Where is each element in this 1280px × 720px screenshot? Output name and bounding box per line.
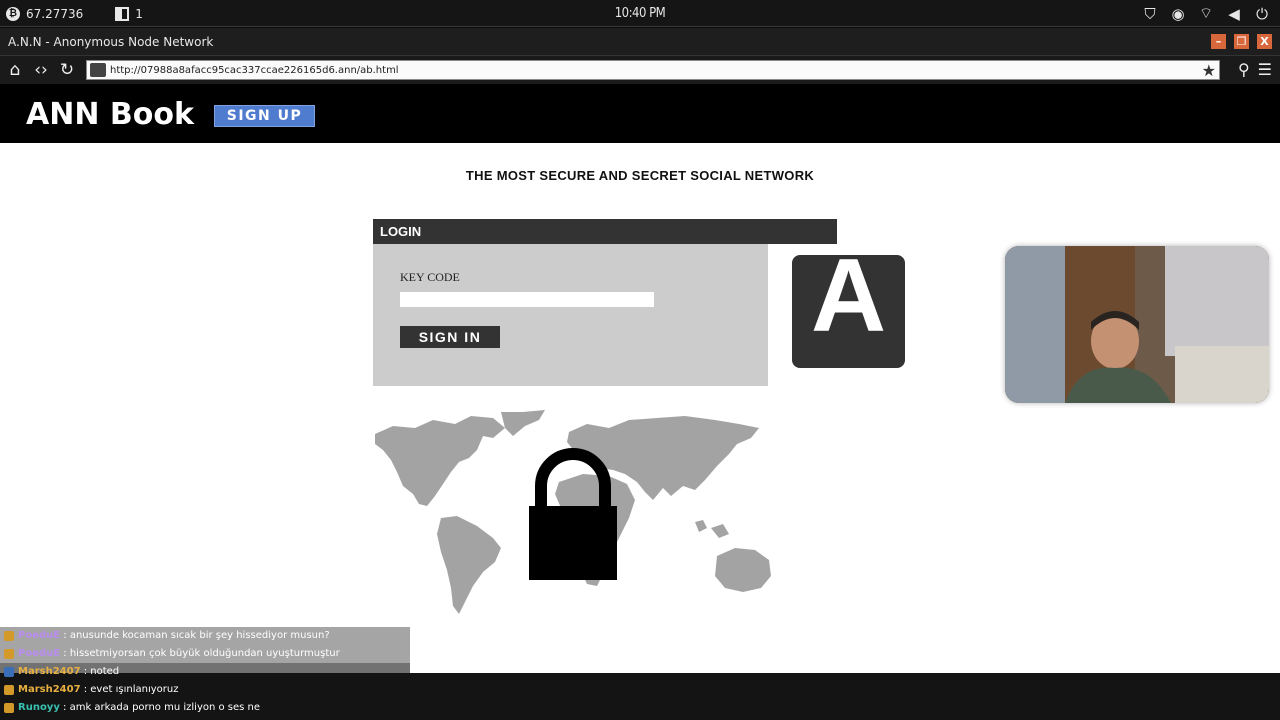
search-zoom-icon[interactable]: ⚲	[1238, 59, 1250, 81]
ann-logo-letter: A	[810, 255, 887, 354]
volume-icon[interactable]: ◀	[1226, 5, 1242, 23]
webcam-overlay	[1005, 246, 1269, 403]
padlock-icon	[529, 448, 617, 580]
system-clock: 10:40 PM	[614, 6, 666, 21]
ann-logo: A	[792, 255, 905, 368]
chat-username: Runoyy	[18, 702, 60, 713]
minimize-button[interactable]: –	[1211, 34, 1226, 49]
chat-badge-icon	[4, 667, 14, 677]
shield-icon[interactable]: ⛉	[1142, 5, 1158, 23]
close-button[interactable]: X	[1257, 34, 1272, 49]
chat-text: : amk arkada porno mu izliyon o ses ne	[63, 702, 261, 713]
chat-text: : anusunde kocaman sıcak bir şey hissedi…	[63, 630, 330, 641]
menu-icon[interactable]: ☰	[1258, 59, 1272, 81]
back-forward-icon[interactable]: ‹›	[32, 59, 50, 81]
window-title: A.N.N - Anonymous Node Network	[8, 35, 214, 49]
chat-username: PoeduE	[18, 648, 61, 659]
login-panel: KEY CODE SIGN IN	[373, 244, 768, 386]
reload-icon[interactable]: ↻	[58, 59, 76, 81]
address-bar[interactable]: http://07988a8afacc95cac337ccae226165d6.…	[86, 60, 1220, 80]
power-icon[interactable]: ⏻	[1254, 5, 1270, 23]
world-map-lock-illustration	[375, 410, 771, 614]
site-header: ANN Book SIGN UP	[0, 84, 1280, 143]
maximize-button[interactable]: ❐	[1234, 34, 1249, 49]
key-code-input[interactable]	[400, 292, 654, 307]
os-top-bar: ₿ 67.27736 1 10:40 PM ⛉ ◉ ⌔ ◀ ⏻	[0, 0, 1280, 27]
chat-username: Marsh2407	[18, 684, 81, 695]
chat-badge-icon	[4, 685, 14, 695]
broadcast-icon[interactable]: ◉	[1170, 5, 1186, 23]
stream-chat-overlay: PoeduE : anusunde kocaman sıcak bir şey …	[0, 627, 410, 717]
chat-text: : evet ışınlanıyoruz	[83, 684, 179, 695]
chat-message: Runoyy : amk arkada porno mu izliyon o s…	[0, 699, 410, 717]
chat-message: PoeduE : anusunde kocaman sıcak bir şey …	[0, 627, 410, 645]
sign-up-button[interactable]: SIGN UP	[214, 105, 315, 127]
site-brand[interactable]: ANN Book	[26, 94, 194, 136]
key-code-label: KEY CODE	[400, 270, 460, 284]
wifi-icon[interactable]: ⌔	[1198, 4, 1214, 23]
login-heading: LOGIN	[373, 219, 837, 244]
url-text[interactable]: http://07988a8afacc95cac337ccae226165d6.…	[110, 65, 1202, 76]
chat-message: Marsh2407 : noted	[0, 663, 410, 681]
browser-title-bar: A.N.N - Anonymous Node Network – ❐ X	[0, 28, 1280, 56]
chat-text: : noted	[83, 666, 120, 677]
site-identity-icon	[90, 63, 106, 77]
chat-username: Marsh2407	[18, 666, 81, 677]
chat-message: Marsh2407 : evet ışınlanıyoruz	[0, 681, 410, 699]
chat-badge-icon	[4, 649, 14, 659]
bookmark-star-icon[interactable]: ★	[1202, 61, 1216, 80]
home-icon[interactable]: ⌂	[6, 59, 24, 81]
site-tagline: THE MOST SECURE AND SECRET SOCIAL NETWOR…	[465, 168, 815, 183]
browser-nav-bar: ⌂ ‹› ↻ http://07988a8afacc95cac337ccae22…	[0, 56, 1280, 84]
chat-message: PoeduE : hissetmiyorsan çok büyük olduğu…	[0, 645, 410, 663]
chat-text: : hissetmiyorsan çok büyük olduğundan uy…	[63, 648, 340, 659]
chat-username: PoeduE	[18, 630, 61, 641]
web-page: ANN Book SIGN UP THE MOST SECURE AND SEC…	[0, 84, 1280, 673]
chat-badge-icon	[4, 703, 14, 713]
chat-badge-icon	[4, 631, 14, 641]
sign-in-button[interactable]: SIGN IN	[400, 326, 500, 348]
